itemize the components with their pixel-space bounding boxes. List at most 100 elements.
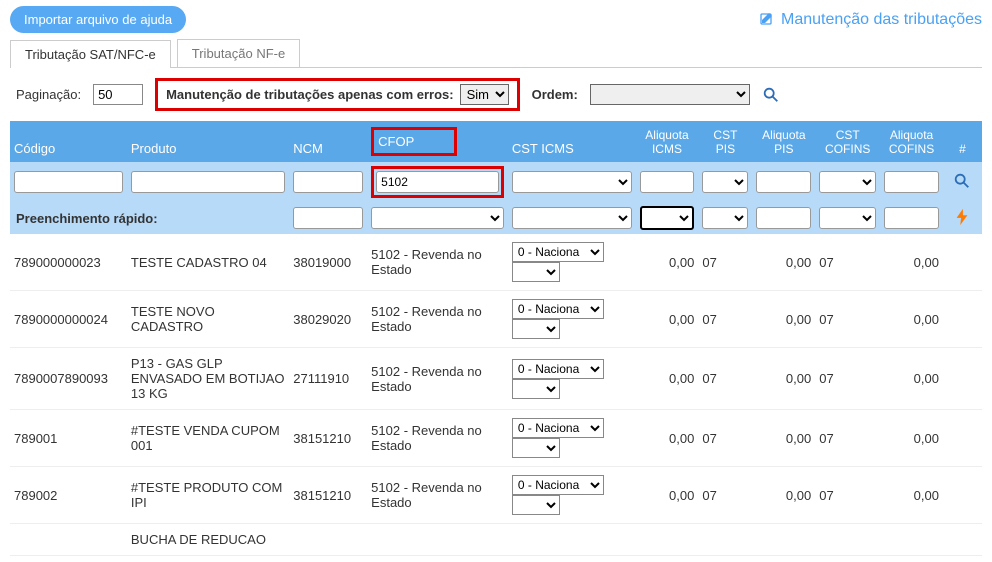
- cell-cstcofins: 07: [815, 348, 880, 410]
- cell-produto: TESTE NOVO CADASTRO: [127, 291, 289, 348]
- cell-codigo: 789000000023: [10, 234, 127, 291]
- cell-cstpis: 07: [698, 348, 752, 410]
- cell-codigo: 7890000000024: [10, 291, 127, 348]
- cell-csticms: 0 - Naciona: [508, 234, 636, 291]
- quick-cfop[interactable]: [371, 207, 504, 229]
- col-cstpis[interactable]: CST PIS: [698, 121, 752, 162]
- order-select[interactable]: [590, 84, 750, 105]
- row-csticms-select[interactable]: 0 - Naciona: [512, 359, 604, 379]
- filter-aliqpis[interactable]: [756, 171, 811, 193]
- cell-cstpis: 07: [698, 234, 752, 291]
- cell-produto: #TESTE PRODUTO COM IPI: [127, 467, 289, 524]
- row-csticms-select[interactable]: 0 - Naciona: [512, 475, 604, 495]
- cell-produto: BUCHA DE REDUCAO: [127, 524, 289, 556]
- quick-aliqpis[interactable]: [756, 207, 811, 229]
- cell-cstcofins: 07: [815, 234, 880, 291]
- filter-ncm[interactable]: [293, 171, 363, 193]
- quick-csticms[interactable]: [512, 207, 632, 229]
- col-codigo[interactable]: Código: [10, 121, 127, 162]
- order-label: Ordem:: [532, 87, 578, 102]
- maintenance-link[interactable]: Manutenção das tributações: [759, 11, 982, 29]
- pagination-input[interactable]: [93, 84, 143, 105]
- cell-produto: #TESTE VENDA CUPOM 001: [127, 410, 289, 467]
- cell-aliqcofins: 0,00: [880, 348, 943, 410]
- cell-ncm: 38019000: [289, 234, 367, 291]
- row-csticms-extra-select[interactable]: [512, 495, 560, 515]
- row-csticms-select[interactable]: 0 - Naciona: [512, 418, 604, 438]
- filter-csticms[interactable]: [512, 171, 632, 193]
- filter-aliqcofins[interactable]: [884, 171, 939, 193]
- cell-produto: P13 - GAS GLP ENVASADO EM BOTIJAO 13 KG: [127, 348, 289, 410]
- col-produto[interactable]: Produto: [127, 121, 289, 162]
- row-csticms-select[interactable]: 0 - Naciona: [512, 242, 604, 262]
- header-row: Código Produto NCM CFOP CST ICMS Aliquot…: [10, 121, 982, 162]
- col-aliqicms[interactable]: Aliquota ICMS: [636, 121, 699, 162]
- quick-ncm[interactable]: [293, 207, 363, 229]
- tab-sat-nfce[interactable]: Tributação SAT/NFC-e: [10, 40, 171, 68]
- cell-csticms: 0 - Naciona: [508, 348, 636, 410]
- lightning-icon[interactable]: [953, 208, 971, 226]
- quick-cstpis[interactable]: [702, 207, 748, 229]
- edit-icon: [759, 12, 775, 28]
- cell-aliqpis: 0,00: [752, 291, 815, 348]
- cell-ncm: 38151210: [289, 467, 367, 524]
- pagination-label: Paginação:: [16, 87, 81, 102]
- cell-cstcofins: 07: [815, 291, 880, 348]
- cell-cstpis: 07: [698, 410, 752, 467]
- cell-cfop: 5102 - Revenda no Estado: [367, 234, 508, 291]
- cell-cfop: 5102 - Revenda no Estado: [367, 291, 508, 348]
- cell-cstcofins: 07: [815, 467, 880, 524]
- row-csticms-extra-select[interactable]: [512, 438, 560, 458]
- import-help-button[interactable]: Importar arquivo de ajuda: [10, 6, 186, 33]
- filter-aliqicms[interactable]: [640, 171, 695, 193]
- cell-csticms: 0 - Naciona: [508, 467, 636, 524]
- col-cfop[interactable]: CFOP: [367, 121, 508, 162]
- row-csticms-extra-select[interactable]: [512, 262, 560, 282]
- cell-ncm: 27111910: [289, 348, 367, 410]
- filter-produto[interactable]: [131, 171, 285, 193]
- cell-codigo: 7890007890093: [10, 348, 127, 410]
- cell-cstcofins: 07: [815, 410, 880, 467]
- filter-codigo[interactable]: [14, 171, 123, 193]
- errors-only-select[interactable]: Sim: [460, 84, 509, 105]
- cell-aliqicms: 0,00: [636, 410, 699, 467]
- cell-aliqcofins: 0,00: [880, 234, 943, 291]
- cell-aliqpis: 0,00: [752, 348, 815, 410]
- cell-ncm: 38151210: [289, 410, 367, 467]
- cell-aliqpis: 0,00: [752, 234, 815, 291]
- quick-aliqicms[interactable]: [640, 206, 695, 230]
- tab-nfe[interactable]: Tributação NF-e: [177, 39, 300, 67]
- filter-cfop[interactable]: [376, 171, 499, 193]
- cell-aliqicms: 0,00: [636, 291, 699, 348]
- cell-cstpis: 07: [698, 291, 752, 348]
- table-row: 789002 #TESTE PRODUTO COM IPI 38151210 5…: [10, 467, 982, 524]
- cell-codigo: 789002: [10, 467, 127, 524]
- table-row: 7890000000024 TESTE NOVO CADASTRO 380290…: [10, 291, 982, 348]
- tab-bar: Tributação SAT/NFC-e Tributação NF-e: [10, 39, 982, 68]
- cell-cfop: 5102 - Revenda no Estado: [367, 348, 508, 410]
- filter-cstpis[interactable]: [702, 171, 748, 193]
- col-cstcofins[interactable]: CST COFINS: [815, 121, 880, 162]
- search-icon[interactable]: [762, 86, 780, 104]
- col-aliqpis[interactable]: Aliquota PIS: [752, 121, 815, 162]
- row-csticms-select[interactable]: 0 - Naciona: [512, 299, 604, 319]
- col-aliqcofins[interactable]: Aliquota COFINS: [880, 121, 943, 162]
- row-csticms-extra-select[interactable]: [512, 319, 560, 339]
- row-csticms-extra-select[interactable]: [512, 379, 560, 399]
- quick-cstcofins[interactable]: [819, 207, 876, 229]
- table-row: BUCHA DE REDUCAO: [10, 524, 982, 556]
- errors-only-highlight: Manutenção de tributações apenas com err…: [155, 78, 520, 111]
- cell-aliqpis: 0,00: [752, 410, 815, 467]
- cell-codigo: 789001: [10, 410, 127, 467]
- quick-fill-row: Preenchimento rápido:: [10, 202, 982, 234]
- maintenance-link-label: Manutenção das tributações: [781, 11, 982, 29]
- cell-csticms: 0 - Naciona: [508, 410, 636, 467]
- col-csticms[interactable]: CST ICMS: [508, 121, 636, 162]
- cell-aliqicms: 0,00: [636, 467, 699, 524]
- col-ncm[interactable]: NCM: [289, 121, 367, 162]
- table-row: 7890007890093 P13 - GAS GLP ENVASADO EM …: [10, 348, 982, 410]
- filter-cstcofins[interactable]: [819, 171, 876, 193]
- filter-search-icon[interactable]: [953, 172, 971, 190]
- cell-aliqicms: 0,00: [636, 234, 699, 291]
- quick-aliqcofins[interactable]: [884, 207, 939, 229]
